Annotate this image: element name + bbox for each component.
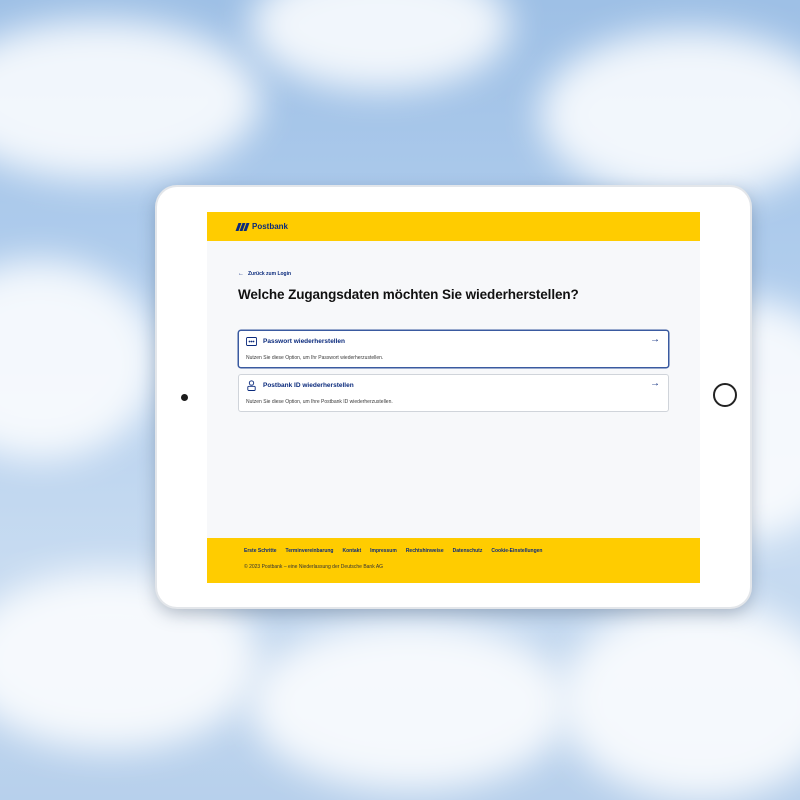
footer-link-impressum[interactable]: Impressum [370,548,397,554]
footer-link-rechtshinweise[interactable]: Rechtshinweise [406,548,444,554]
cloud [560,600,800,800]
main-content: ← Zurück zum Login Welche Zugangsdaten m… [207,241,700,412]
page-title: Welche Zugangsdaten möchten Sie wiederhe… [238,287,579,302]
tablet-frame: Postbank ← Zurück zum Login Welche Zugan… [157,187,750,607]
copyright-text: © 2023 Postbank – eine Niederlassung der… [244,564,384,570]
footer-link-erste-schritte[interactable]: Erste Schritte [244,548,277,554]
footer-link-cookie-einstellungen[interactable]: Cookie-Einstellungen [491,548,542,554]
arrow-left-icon: ← [238,271,244,277]
camera-icon [181,394,188,401]
password-icon [246,337,257,346]
footer-link-datenschutz[interactable]: Datenschutz [453,548,483,554]
site-footer: Erste Schritte Terminvereinbarung Kontak… [207,538,700,583]
back-link-label: Zurück zum Login [248,271,292,277]
arrow-right-icon: → [650,378,660,389]
cloud [540,30,800,200]
footer-link-terminvereinbarung[interactable]: Terminvereinbarung [286,548,334,554]
option-password-recovery[interactable]: Passwort wiederherstellen → Nutzen Sie d… [238,330,669,368]
option-title: Postbank ID wiederherstellen [263,382,354,389]
footer-link-kontakt[interactable]: Kontakt [343,548,362,554]
option-title: Passwort wiederherstellen [263,338,346,345]
tablet-screen: Postbank ← Zurück zum Login Welche Zugan… [207,212,700,583]
site-header: Postbank [207,212,700,241]
footer-links: Erste Schritte Terminvereinbarung Kontak… [244,548,700,554]
option-postbank-id-recovery[interactable]: Postbank ID wiederherstellen → Nutzen Si… [238,374,669,412]
cloud [0,260,160,460]
logo-text: Postbank [252,222,289,231]
option-description: Nutzen Sie diese Option, um Ihre Postban… [246,399,393,405]
recovery-options: Passwort wiederherstellen → Nutzen Sie d… [238,330,669,412]
cloud [250,620,570,790]
arrow-right-icon: → [650,334,660,345]
cloud [0,20,260,180]
option-description: Nutzen Sie diese Option, um Ihr Passwort… [246,355,384,361]
user-id-icon [246,380,257,391]
back-to-login-link[interactable]: ← Zurück zum Login [238,271,669,277]
postbank-logo[interactable]: Postbank [235,222,289,231]
cloud [250,0,510,90]
home-button[interactable] [713,383,737,407]
postbank-logo-icon [235,222,251,231]
